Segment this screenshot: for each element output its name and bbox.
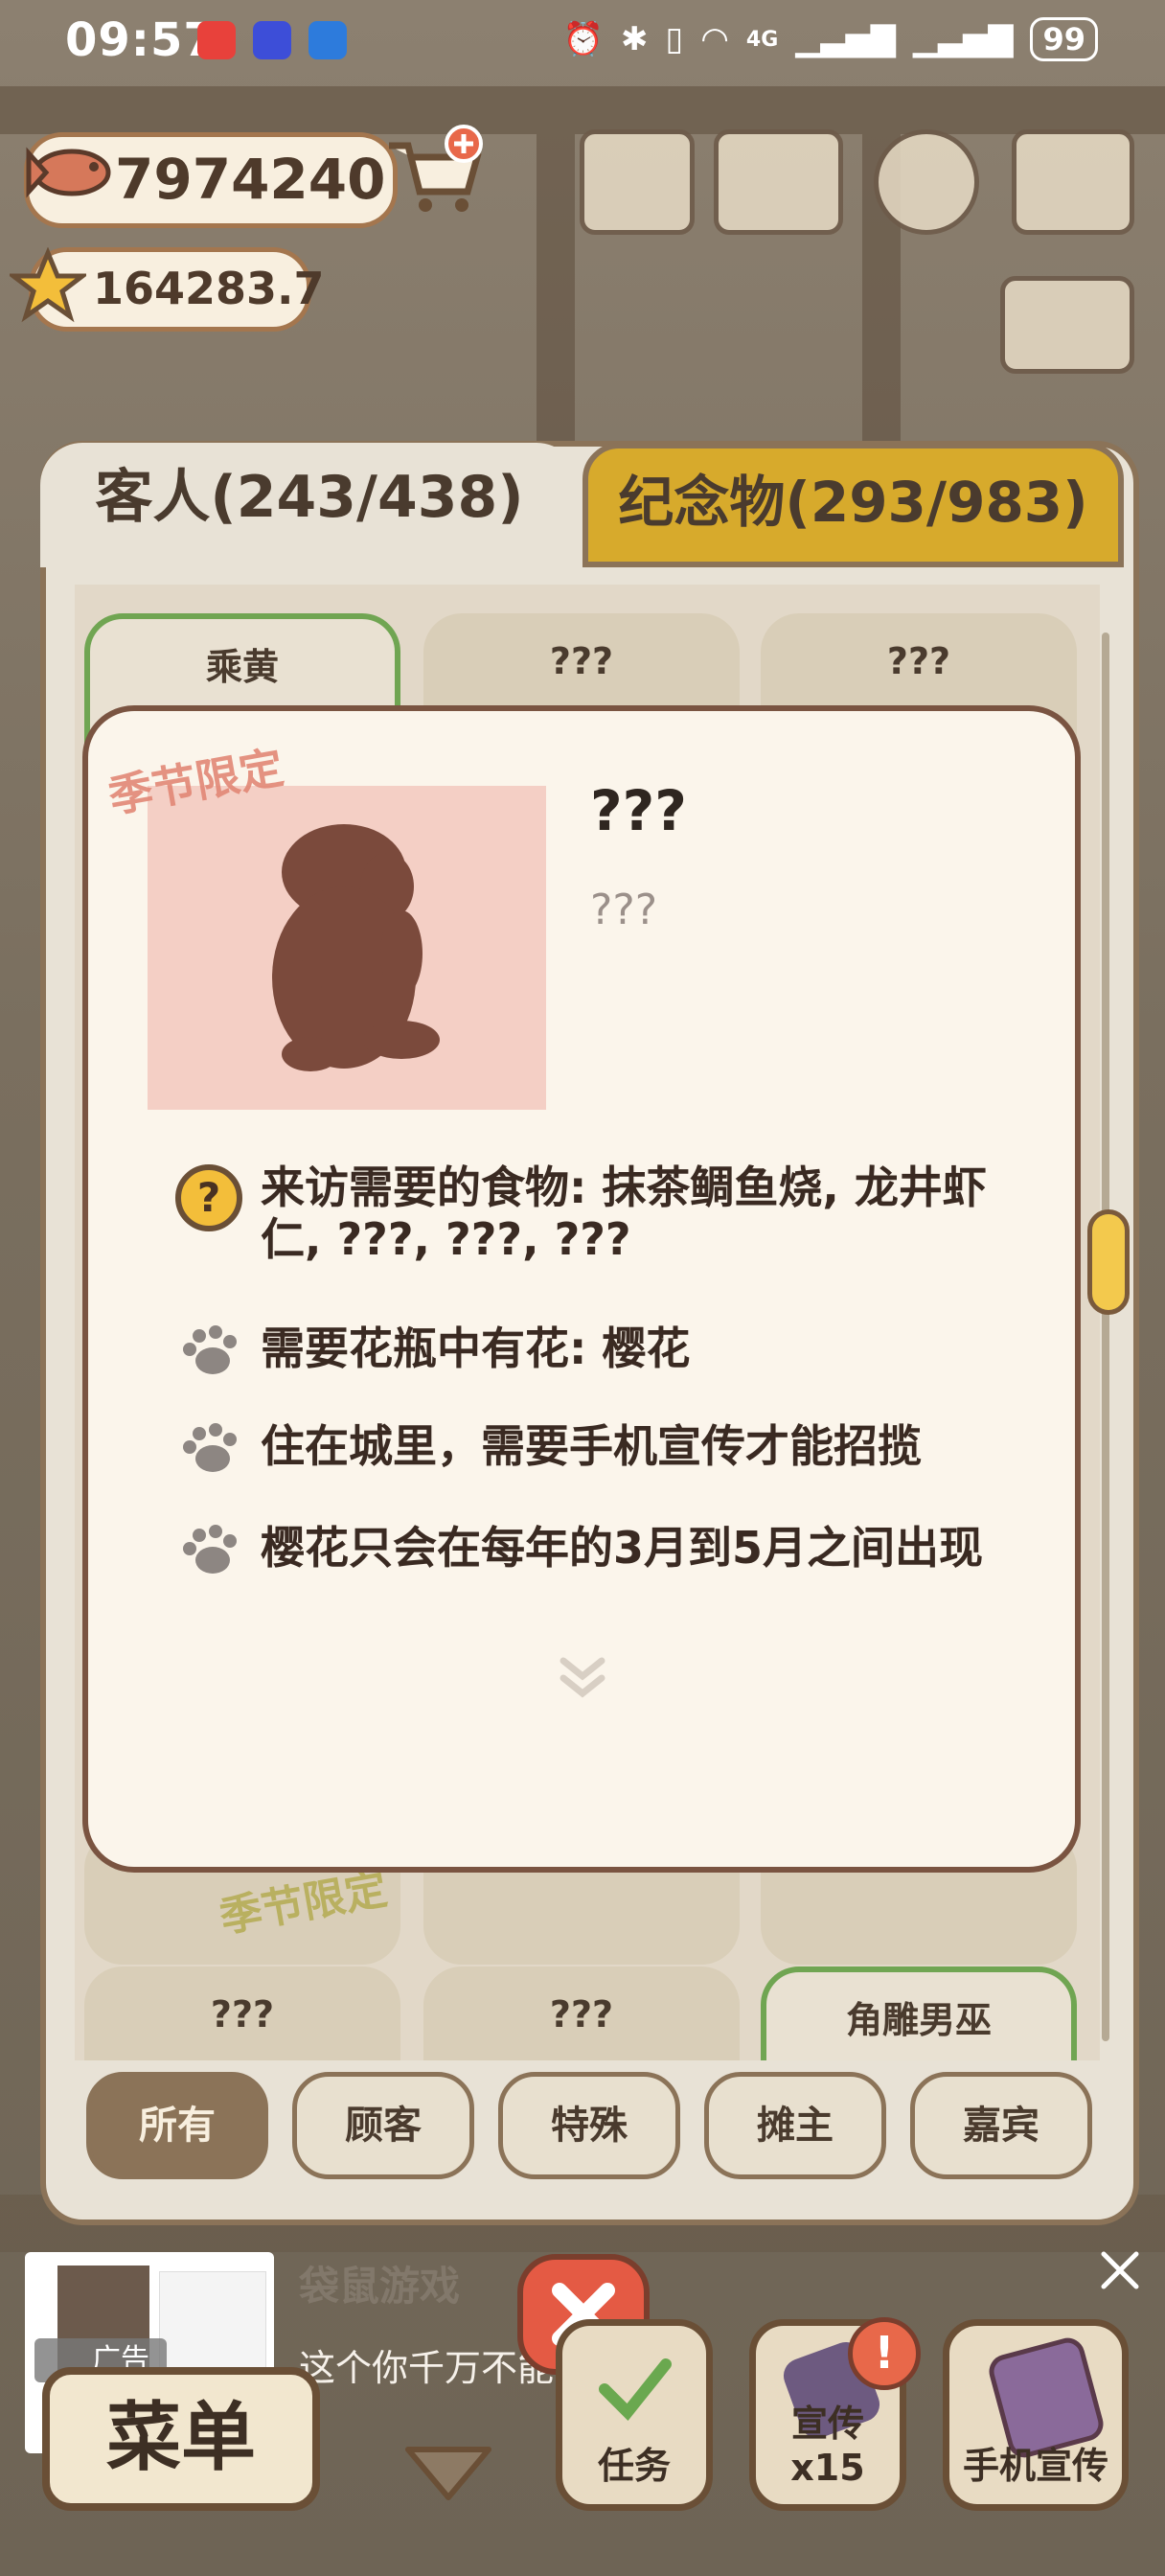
signal-icon-2: ▁▃▅▇ [912,20,1014,58]
status-bar: 09:57 ⏰ ✱ ▯ ◠ 4G ▁▃▅▇ ▁▃▅▇ 99 [0,0,1165,86]
shop-cart-icon[interactable] [381,125,487,220]
guest-name: ??? [590,778,687,843]
vibrate-icon: ▯ [665,20,684,58]
requirement-row: 住在城里，需要手机宣传才能招揽 [172,1420,1035,1478]
guest-card-name: ??? [210,1993,275,2036]
guest-card-name: ??? [549,1993,614,2036]
paw-icon [183,1325,237,1374]
paw-icon [183,1525,237,1574]
alarm-icon: ⏰ [562,20,605,58]
grid-scrollbar[interactable] [1102,632,1109,2041]
tasks-label: 任务 [597,2445,671,2487]
guest-card-name: 乘黄 [205,646,279,688]
guest-card[interactable]: ??? [84,1966,400,2060]
svg-text:?: ? [197,1174,220,1221]
filter-customers[interactable]: 顾客 [292,2072,474,2179]
wifi-icon: ◠ [700,20,729,58]
requirement-text: 需要花瓶中有花: 樱花 [261,1322,691,1374]
huawei-store-icon [197,21,236,59]
guest-card-name: ??? [549,640,614,682]
guest-card[interactable]: 角雕男巫 [761,1966,1077,2060]
gear-icon[interactable] [874,129,979,235]
tab-guests[interactable]: 客人(243/438) [40,443,579,567]
triangle-down-icon[interactable] [400,2442,496,2503]
fish-icon [26,147,111,198]
book-icon[interactable] [714,129,843,235]
battery-indicator: 99 [1030,17,1098,61]
status-indicators: ⏰ ✱ ▯ ◠ 4G ▁▃▅▇ ▁▃▅▇ 99 [563,17,1098,61]
star-icon [10,247,86,323]
guest-card-name: 角雕男巫 [845,1999,992,2041]
menu-button[interactable]: 菜单 [42,2367,320,2511]
tasks-button[interactable]: 任务 [556,2319,713,2511]
close-icon[interactable] [1098,2248,1142,2292]
requirement-row: 樱花只会在每年的3月到5月之间出现 [172,1522,1035,1579]
paw-icon [183,1423,237,1472]
promote-label: 宣传x15 [790,2403,865,2489]
sort-toggle-icon[interactable] [1000,276,1134,374]
signal-icon: ▁▃▅▇ [795,20,896,58]
phone-promote-button[interactable]: 手机宣传 [943,2319,1129,2511]
guest-card[interactable]: ??? [423,1966,740,2060]
requirement-text: 樱花只会在每年的3月到5月之间出现 [261,1522,984,1574]
ad-brand: 袋鼠游戏 [299,2263,461,2310]
chevron-down-icon[interactable] [556,1653,609,1701]
news-icon[interactable] [580,129,695,235]
checkmark-icon [599,2358,672,2421]
requirement-text: 住在城里，需要手机宣传才能招揽 [261,1420,922,1472]
requirement-row: ? 来访需要的食物: 抹茶鲷鱼烧, 龙井虾仁, ???, ???, ??? [172,1162,1035,1265]
tie-icon [253,21,291,59]
guest-card-name: ??? [886,640,951,682]
alert-badge-icon: ! [848,2317,921,2390]
lightbulb-icon [308,21,347,59]
bluetooth-icon: ✱ [621,20,649,58]
tab-souvenirs[interactable]: 纪念物(293/983) [582,443,1124,567]
filter-special[interactable]: 特殊 [498,2072,680,2179]
network-label: 4G [745,27,779,52]
requirement-text: 来访需要的食物: 抹茶鲷鱼烧, 龙井虾仁, ???, ???, ??? [261,1162,987,1265]
question-icon: ? [175,1164,242,1231]
status-time: 09:57 [65,13,217,67]
filter-all[interactable]: 所有 [86,2072,268,2179]
requirement-row: 需要花瓶中有花: 樱花 [172,1322,1035,1380]
filter-vendors[interactable]: 摊主 [704,2072,886,2179]
guest-portrait [148,786,546,1110]
guest-silhouette [272,824,440,1071]
filter-guests-of-honor[interactable]: 嘉宾 [910,2072,1092,2179]
phone-promote-label: 手机宣传 [962,2445,1108,2487]
map-icon[interactable] [1012,129,1134,235]
guest-subtitle: ??? [590,886,658,934]
side-drawer-handle[interactable] [1087,1209,1130,1315]
